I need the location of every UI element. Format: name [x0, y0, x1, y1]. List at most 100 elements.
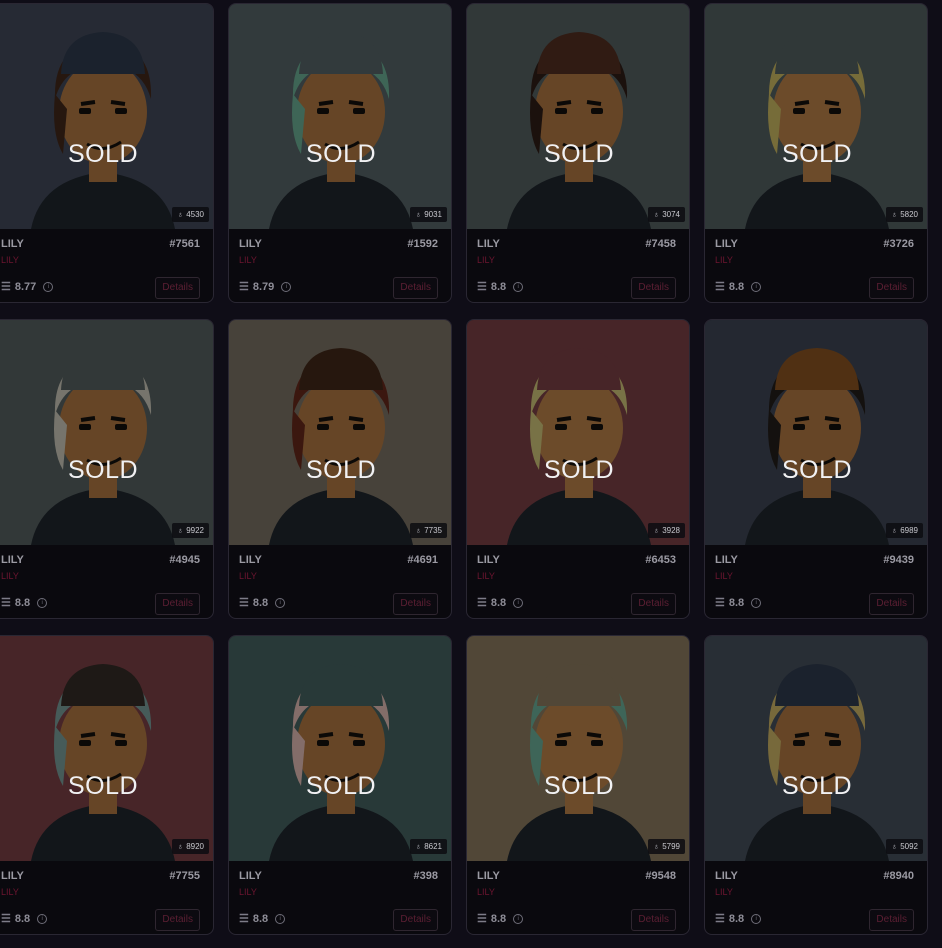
details-button[interactable]: Details: [155, 593, 200, 615]
nft-artwork[interactable]: SOLD ♁ 5799: [467, 636, 689, 861]
collection-name[interactable]: LILY: [715, 887, 733, 897]
details-button[interactable]: Details: [631, 593, 676, 615]
nft-card-4[interactable]: SOLD ♁ 5820 LILY #3726 LILY ☰ 8.8 i Deta…: [704, 3, 928, 303]
eth-icon: ☰: [477, 281, 487, 293]
nft-artwork[interactable]: SOLD ♁ 6989: [705, 320, 927, 545]
nft-card-11[interactable]: SOLD ♁ 5799 LILY #9548 LILY ☰ 8.8 i Deta…: [466, 635, 690, 935]
rank-badge: ♁ 3928: [648, 523, 685, 538]
nft-card-9[interactable]: SOLD ♁ 8920 LILY #7755 LILY ☰ 8.8 i Deta…: [0, 635, 214, 935]
details-button[interactable]: Details: [393, 277, 438, 299]
nft-name: LILY: [477, 554, 500, 566]
info-icon[interactable]: i: [37, 597, 48, 608]
rank-value: 5092: [900, 842, 918, 851]
nft-card-2[interactable]: SOLD ♁ 9031 LILY #1592 LILY ☰ 8.79 i Det…: [228, 3, 452, 303]
nft-artwork[interactable]: SOLD ♁ 3074: [467, 4, 689, 229]
info-icon[interactable]: i: [751, 913, 762, 924]
collection-name[interactable]: LILY: [1, 571, 19, 581]
details-button[interactable]: Details: [393, 593, 438, 615]
rank-value: 9922: [186, 526, 204, 535]
token-id: #8940: [883, 870, 914, 882]
nft-artwork[interactable]: SOLD ♁ 9922: [0, 320, 213, 545]
price-value: 8.8: [252, 596, 269, 609]
details-button[interactable]: Details: [155, 277, 200, 299]
price-value: 8.8: [252, 912, 269, 925]
nft-card-5[interactable]: SOLD ♁ 9922 LILY #4945 LILY ☰ 8.8 i Deta…: [0, 319, 214, 619]
info-icon[interactable]: i: [751, 281, 762, 292]
eth-icon: ☰: [715, 913, 725, 925]
info-icon[interactable]: i: [275, 597, 286, 608]
details-button[interactable]: Details: [869, 909, 914, 931]
nft-artwork[interactable]: SOLD ♁ 5820: [705, 4, 927, 229]
sold-label: SOLD: [781, 140, 853, 168]
nft-name: LILY: [477, 238, 500, 250]
collection-name[interactable]: LILY: [477, 255, 495, 265]
nft-artwork[interactable]: SOLD ♁ 4530: [0, 4, 213, 229]
nft-name: LILY: [239, 554, 262, 566]
medal-icon: ♁: [653, 526, 660, 535]
eth-icon: ☰: [239, 913, 249, 925]
details-button[interactable]: Details: [631, 277, 676, 299]
collection-name[interactable]: LILY: [239, 887, 257, 897]
collection-name[interactable]: LILY: [715, 571, 733, 581]
rank-value: 4530: [186, 210, 204, 219]
info-icon[interactable]: i: [281, 281, 292, 292]
nft-artwork[interactable]: SOLD ♁ 7735: [229, 320, 451, 545]
medal-icon: ♁: [891, 526, 898, 535]
price-value: 8.79: [252, 280, 275, 293]
info-icon[interactable]: i: [43, 281, 54, 292]
price-value: 8.8: [14, 912, 31, 925]
details-button[interactable]: Details: [631, 909, 676, 931]
nft-card-10[interactable]: SOLD ♁ 8621 LILY #398 LILY ☰ 8.8 i Detai…: [228, 635, 452, 935]
rank-badge: ♁ 8920: [172, 839, 209, 854]
info-icon[interactable]: i: [513, 281, 524, 292]
nft-artwork[interactable]: SOLD ♁ 9031: [229, 4, 451, 229]
rank-value: 5799: [662, 842, 680, 851]
sold-overlay: [467, 4, 689, 229]
info-icon[interactable]: i: [513, 597, 524, 608]
nft-card-12[interactable]: SOLD ♁ 5092 LILY #8940 LILY ☰ 8.8 i Deta…: [704, 635, 928, 935]
rank-badge: ♁ 6989: [886, 523, 923, 538]
collection-name[interactable]: LILY: [477, 571, 495, 581]
rank-badge: ♁ 5820: [886, 207, 923, 222]
collection-name[interactable]: LILY: [477, 887, 495, 897]
collection-name[interactable]: LILY: [239, 255, 257, 265]
collection-name[interactable]: LILY: [715, 255, 733, 265]
details-button[interactable]: Details: [393, 909, 438, 931]
info-icon[interactable]: i: [37, 913, 48, 924]
collection-name[interactable]: LILY: [1, 255, 19, 265]
nft-artwork[interactable]: SOLD ♁ 8920: [0, 636, 213, 861]
nft-artwork[interactable]: SOLD ♁ 3928: [467, 320, 689, 545]
medal-icon: ♁: [415, 526, 422, 535]
sold-overlay: [705, 636, 927, 861]
nft-card-3[interactable]: SOLD ♁ 3074 LILY #7458 LILY ☰ 8.8 i Deta…: [466, 3, 690, 303]
rank-badge: ♁ 4530: [172, 207, 209, 222]
sold-label: SOLD: [67, 772, 139, 800]
nft-artwork[interactable]: SOLD ♁ 5092: [705, 636, 927, 861]
sold-label: SOLD: [67, 140, 139, 168]
nft-name: LILY: [715, 870, 738, 882]
token-id: #9439: [883, 554, 914, 566]
nft-card-8[interactable]: SOLD ♁ 6989 LILY #9439 LILY ☰ 8.8 i Deta…: [704, 319, 928, 619]
price: ☰ 8.8 i: [1, 912, 48, 925]
info-icon[interactable]: i: [513, 913, 524, 924]
info-icon[interactable]: i: [751, 597, 762, 608]
rank-badge: ♁ 5799: [648, 839, 685, 854]
nft-card-6[interactable]: SOLD ♁ 7735 LILY #4691 LILY ☰ 8.8 i Deta…: [228, 319, 452, 619]
nft-artwork[interactable]: SOLD ♁ 8621: [229, 636, 451, 861]
eth-icon: ☰: [239, 597, 249, 609]
nft-name: LILY: [477, 870, 500, 882]
nft-name: LILY: [239, 238, 262, 250]
details-button[interactable]: Details: [869, 593, 914, 615]
rank-value: 6989: [900, 526, 918, 535]
nft-card-7[interactable]: SOLD ♁ 3928 LILY #6453 LILY ☰ 8.8 i Deta…: [466, 319, 690, 619]
price: ☰ 8.8 i: [239, 596, 286, 609]
details-button[interactable]: Details: [869, 277, 914, 299]
collection-name[interactable]: LILY: [239, 571, 257, 581]
token-id: #7755: [169, 870, 200, 882]
details-button[interactable]: Details: [155, 909, 200, 931]
price: ☰ 8.8 i: [1, 596, 48, 609]
info-icon[interactable]: i: [275, 913, 286, 924]
collection-name[interactable]: LILY: [1, 887, 19, 897]
nft-card-1[interactable]: SOLD ♁ 4530 LILY #7561 LILY ☰ 8.77 i Det…: [0, 3, 214, 303]
price: ☰ 8.8 i: [477, 280, 524, 293]
